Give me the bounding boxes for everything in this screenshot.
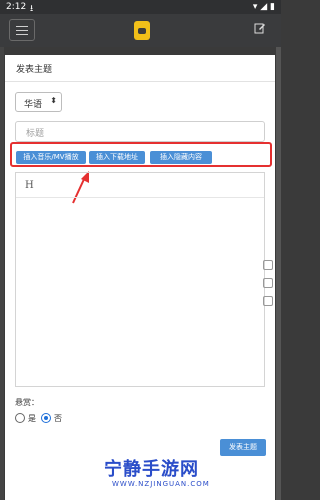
editor-toolbar: H <box>16 173 264 198</box>
heading-tool[interactable]: H <box>25 180 34 191</box>
watermark-url: WWW.NZJINGUAN.COM <box>112 480 210 488</box>
submit-button[interactable]: 发表主题 <box>220 439 266 456</box>
app-bar <box>0 14 281 47</box>
app-logo[interactable] <box>134 21 150 40</box>
reward-yes-label: 是 <box>28 414 36 423</box>
menu-button[interactable] <box>9 19 35 41</box>
section-title: 发表主题 <box>16 65 53 75</box>
status-icons: ▾ ◢ ▮ <box>252 2 275 12</box>
reward-label: 悬赏： <box>15 398 39 407</box>
chevron-updown-icon: ⬍ <box>50 96 57 105</box>
insert-hidden-button[interactable]: 插入隐藏内容 <box>150 151 212 164</box>
title-input[interactable]: 标题 <box>15 121 265 142</box>
reward-no-radio[interactable] <box>41 413 51 423</box>
search-icon[interactable] <box>263 278 273 288</box>
content-editor[interactable]: H <box>15 172 265 387</box>
post-form-card: 发表主题 华语 ⬍ 标题 插入音乐/MV播放 插入下载地址 插入隐藏内容 H 悬… <box>5 55 275 500</box>
reward-yes-radio[interactable] <box>15 413 25 423</box>
watermark-title: 宁静手游网 <box>104 459 199 480</box>
language-value: 华语 <box>24 100 43 110</box>
card-header: 发表主题 <box>5 55 275 82</box>
left-strip <box>0 47 4 500</box>
language-select[interactable]: 华语 ⬍ <box>15 92 62 112</box>
floating-side-icons <box>263 260 275 320</box>
insert-music-button[interactable]: 插入音乐/MV播放 <box>16 151 86 164</box>
insert-download-button[interactable]: 插入下载地址 <box>89 151 145 164</box>
reward-no-label: 否 <box>54 414 62 423</box>
title-placeholder: 标题 <box>26 129 45 139</box>
status-time: 2:12 <box>6 2 27 12</box>
clipboard-icon[interactable] <box>263 260 273 270</box>
zoom-icon[interactable] <box>263 296 273 306</box>
right-strip <box>276 47 281 500</box>
status-bar: 2:12 ⭳ ▾ ◢ ▮ <box>0 0 281 14</box>
watermark: 宁静手游网 WWW.NZJINGUAN.COM <box>104 455 264 495</box>
edit-icon[interactable] <box>254 22 266 34</box>
